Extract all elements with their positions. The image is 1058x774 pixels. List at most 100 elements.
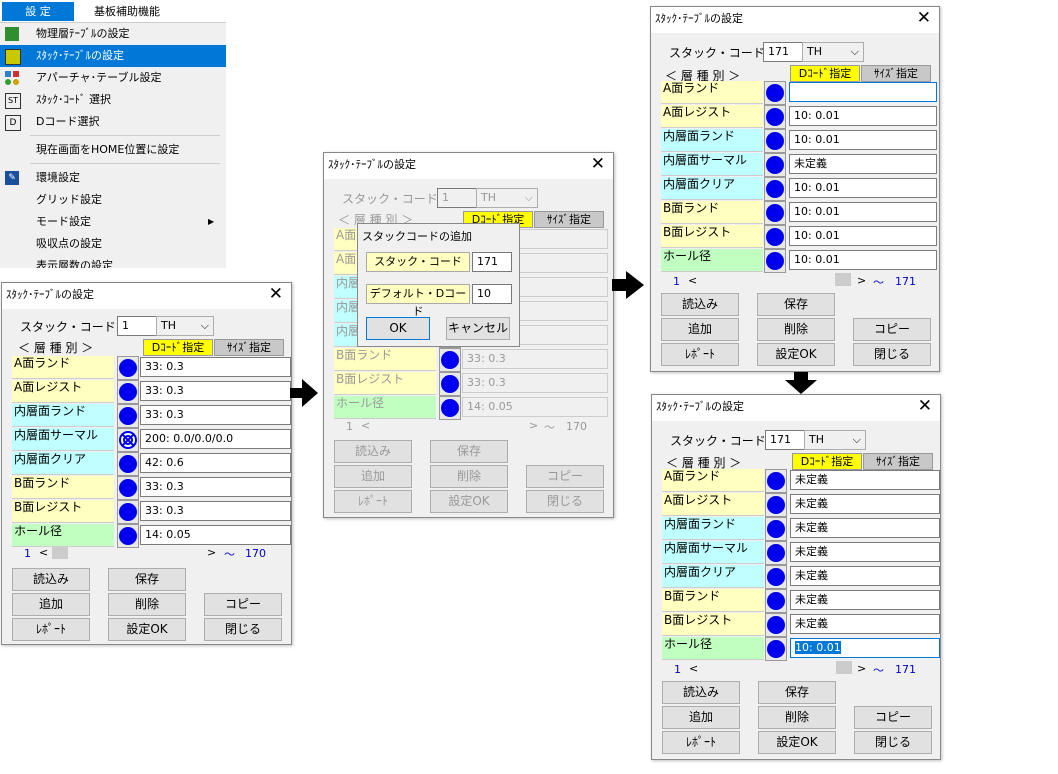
copy-button[interactable]: コピー — [854, 706, 932, 729]
tab-dcode[interactable]: Dｺｰﾄﾞ指定 — [790, 65, 860, 82]
report-button[interactable]: ﾚﾎﾟｰﾄ — [12, 618, 90, 641]
color-cell[interactable] — [765, 493, 787, 517]
add-button[interactable]: 追加 — [12, 593, 90, 616]
dcode-value-field[interactable]: 33: 0.3 — [462, 373, 608, 393]
menu-settings[interactable]: 設 定 — [2, 2, 74, 21]
color-cell[interactable] — [117, 404, 139, 428]
load-button[interactable]: 読込み — [661, 293, 739, 316]
load-button[interactable]: 読込み — [12, 568, 90, 591]
tab-size[interactable]: ｻｲｽﾞ指定 — [863, 453, 933, 470]
close-button[interactable]: 閉じる — [526, 490, 604, 513]
dcode-value-field[interactable]: 10: 0.01 — [789, 130, 937, 150]
scroll-right-button[interactable]: > — [857, 662, 866, 675]
color-cell[interactable] — [765, 517, 787, 541]
save-button[interactable]: 保存 — [430, 440, 508, 463]
dcode-value-field[interactable]: 10: 0.01 — [789, 202, 937, 222]
delete-button[interactable]: 削除 — [430, 465, 508, 488]
popup-default-dcode-input[interactable]: 10 — [472, 284, 512, 304]
dcode-value-field[interactable]: 33: 0.3 — [140, 477, 291, 497]
dcode-value-field[interactable]: 10: 0.01 — [789, 226, 937, 246]
tab-size[interactable]: ｻｲｽﾞ指定 — [534, 211, 604, 228]
tab-dcode[interactable]: Dｺｰﾄﾞ指定 — [792, 453, 862, 470]
delete-button[interactable]: 削除 — [758, 706, 836, 729]
close-button[interactable]: 閉じる — [853, 343, 931, 366]
menu-item-physical-layer-table[interactable]: 物理層ﾃｰﾌﾞﾙの設定 — [0, 23, 226, 45]
dcode-value-field[interactable]: 200: 0.0/0.0/0.0 — [140, 429, 291, 449]
load-button[interactable]: 読込み — [662, 681, 740, 704]
popup-cancel-button[interactable]: キャンセル — [446, 317, 510, 340]
dcode-value-field[interactable]: 33: 0.3 — [140, 501, 291, 521]
copy-button[interactable]: コピー — [853, 318, 931, 341]
dcode-value-field[interactable]: 10: 0.01 — [789, 250, 937, 270]
color-cell[interactable] — [764, 105, 786, 129]
menu-item-grid[interactable]: グリッド設定 — [0, 189, 226, 211]
menu-item-stack-code-select[interactable]: ST ｽﾀｯｸ･ｺｰﾄﾞ 選択 — [0, 89, 226, 111]
report-button[interactable]: ﾚﾎﾟｰﾄ — [662, 731, 740, 754]
color-cell[interactable] — [765, 637, 787, 661]
dcode-value-field[interactable]: 33: 0.3 — [140, 357, 291, 377]
ok-button[interactable]: 設定OK — [757, 343, 835, 366]
dcode-value-field[interactable]: 14: 0.05 — [462, 397, 608, 417]
color-cell[interactable] — [117, 452, 139, 476]
scroll-left-button[interactable]: < — [689, 662, 698, 675]
color-cell[interactable] — [117, 500, 139, 524]
popup-stack-code-input[interactable]: 171 — [472, 252, 512, 272]
menu-item-absorb-point[interactable]: 吸収点の設定 — [0, 233, 226, 255]
color-cell[interactable] — [765, 565, 787, 589]
dcode-value-field[interactable]: 未定義 — [790, 470, 940, 490]
copy-button[interactable]: コピー — [204, 593, 282, 616]
color-cell[interactable] — [764, 81, 786, 105]
dcode-value-field[interactable]: 33: 0.3 — [140, 381, 291, 401]
dcode-value-field[interactable]: 10: 0.01 — [790, 638, 940, 658]
color-cell[interactable] — [439, 348, 461, 372]
stack-code-input[interactable]: 171 — [763, 42, 803, 62]
dcode-value-field[interactable]: 未定義 — [790, 518, 940, 538]
dcode-value-field[interactable]: 42: 0.6 — [140, 453, 291, 473]
menu-item-set-home[interactable]: 現在画面をHOME位置に設定 — [0, 139, 226, 161]
dcode-value-field[interactable]: 33: 0.3 — [140, 405, 291, 425]
menu-item-dcode-select[interactable]: D Dコード選択 — [0, 111, 226, 133]
scrollbar-thumb[interactable] — [836, 661, 852, 674]
type-select[interactable]: TH ⌵ — [476, 188, 538, 208]
color-cell[interactable] — [765, 469, 787, 493]
stack-code-input[interactable]: 1 — [437, 188, 477, 208]
close-icon[interactable]: ✕ — [269, 284, 283, 304]
color-cell[interactable] — [764, 225, 786, 249]
copy-button[interactable]: コピー — [526, 465, 604, 488]
ok-button[interactable]: 設定OK — [108, 618, 186, 641]
dcode-value-field[interactable]: 未定義 — [790, 566, 940, 586]
menu-board-assist[interactable]: 基板補助機能 — [80, 2, 214, 21]
ok-button[interactable]: 設定OK — [430, 490, 508, 513]
menu-item-aperture-table[interactable]: アパーチャ･テーブル設定 — [0, 67, 226, 89]
color-cell[interactable] — [765, 541, 787, 565]
close-icon[interactable]: ✕ — [918, 396, 932, 416]
color-cell[interactable] — [764, 201, 786, 225]
ok-button[interactable]: 設定OK — [758, 731, 836, 754]
stack-code-input[interactable]: 1 — [117, 316, 157, 336]
dcode-value-field[interactable]: 未定義 — [790, 590, 940, 610]
load-button[interactable]: 読込み — [334, 440, 412, 463]
type-select[interactable]: TH ⌵ — [804, 430, 866, 450]
scrollbar-thumb[interactable] — [835, 273, 851, 286]
close-button[interactable]: 閉じる — [204, 618, 282, 641]
color-cell[interactable] — [765, 589, 787, 613]
dcode-value-field[interactable]: 10: 0.01 — [789, 106, 937, 126]
color-cell[interactable] — [764, 129, 786, 153]
type-select[interactable]: TH ⌵ — [802, 42, 864, 62]
scroll-left-button[interactable]: < — [39, 546, 48, 559]
menu-item-mode[interactable]: モード設定 ▶ — [0, 211, 226, 233]
dcode-value-field[interactable] — [789, 82, 937, 102]
dcode-value-field[interactable]: 未定義 — [790, 614, 940, 634]
scrollbar-thumb[interactable] — [52, 546, 68, 559]
color-cell[interactable] — [117, 380, 139, 404]
add-button[interactable]: 追加 — [334, 465, 412, 488]
color-cell[interactable] — [117, 356, 139, 380]
color-cell[interactable] — [764, 249, 786, 273]
dcode-value-field[interactable]: 未定義 — [790, 494, 940, 514]
scroll-right-button[interactable]: > — [529, 419, 538, 432]
delete-button[interactable]: 削除 — [108, 593, 186, 616]
color-cell[interactable] — [765, 613, 787, 637]
stack-code-input[interactable]: 171 — [765, 430, 805, 450]
close-button[interactable]: 閉じる — [854, 731, 932, 754]
close-icon[interactable]: ✕ — [591, 154, 605, 174]
